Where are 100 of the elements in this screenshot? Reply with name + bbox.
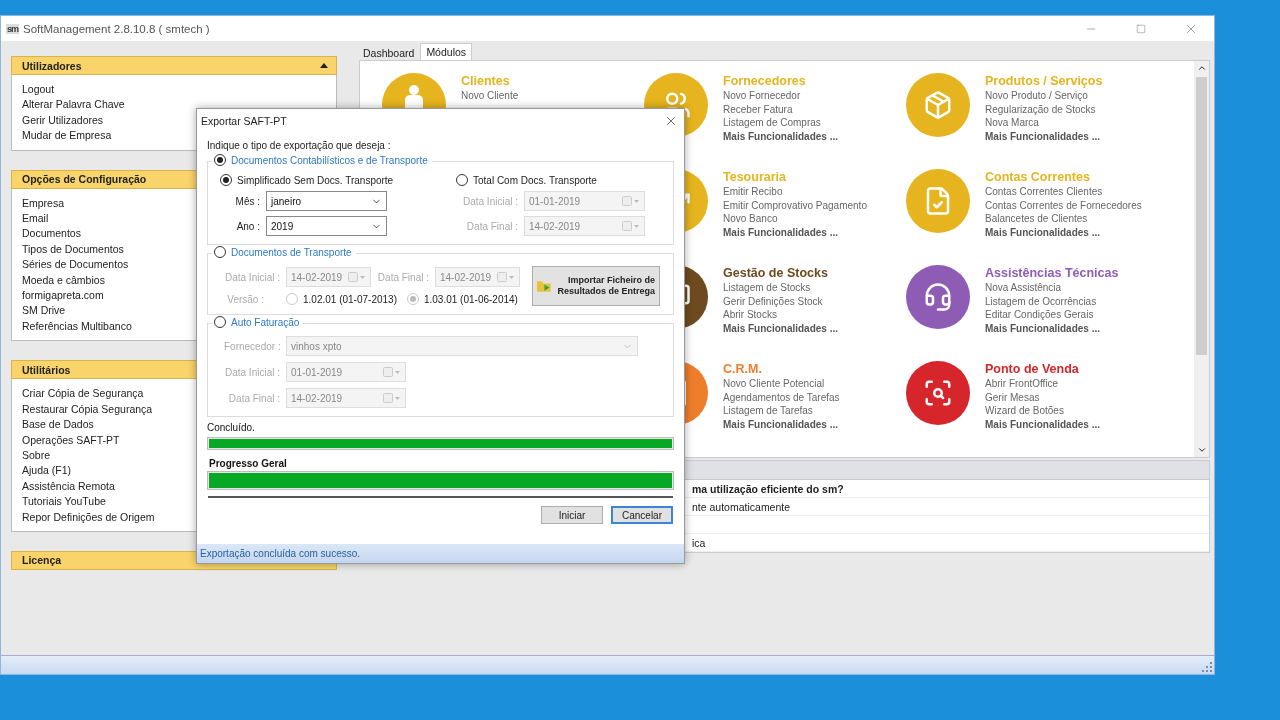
dropdown-field[interactable]: 2019 <box>266 216 387 236</box>
resize-grip-icon[interactable] <box>1202 662 1212 672</box>
sidebar-link[interactable]: SM Drive <box>22 303 66 319</box>
scroll-up-icon[interactable] <box>1196 63 1207 73</box>
panel-title: Opções de Configuração <box>22 173 147 186</box>
more-link[interactable]: Mais Funcionalidades ... <box>985 322 1101 336</box>
field-label: Data Final : <box>377 271 429 283</box>
sidebar-link[interactable]: Email <box>22 211 49 227</box>
sidebar-link[interactable]: Alterar Palavra Chave <box>22 97 125 113</box>
module-link[interactable]: Contas Correntes de Fornecedores <box>985 198 1142 213</box>
module-link[interactable]: Receber Fatura <box>723 102 793 117</box>
module-link[interactable]: Gerir Definições Stock <box>723 294 823 309</box>
module-link[interactable]: Nova Marca <box>985 116 1039 131</box>
module-link[interactable]: Abrir FrontOffice <box>985 377 1059 391</box>
dialog-button[interactable]: Cancelar <box>611 506 673 524</box>
field-label: Data Final : <box>227 392 280 404</box>
sidebar-link[interactable]: Assistência Remota <box>22 478 115 495</box>
sidebar-link[interactable]: Logout <box>22 82 55 98</box>
folder-arrow-icon <box>536 280 551 292</box>
dropdown-field[interactable]: janeiro <box>266 191 387 211</box>
tip-text[interactable]: nte automaticamente <box>692 500 791 513</box>
field-label: Data Inicial : <box>461 195 518 207</box>
sidebar-link[interactable]: Base de Dados <box>22 417 94 433</box>
field-label: Versão : <box>226 293 264 305</box>
scan-search-icon <box>923 378 953 408</box>
module-link[interactable]: Balancetes de Clientes <box>985 212 1088 227</box>
sidebar-link[interactable]: Ajuda (F1) <box>22 463 72 479</box>
more-link[interactable]: Mais Funcionalidades ... <box>723 322 839 336</box>
sidebar-link[interactable]: formigapreta.com <box>22 288 104 304</box>
maximize-icon <box>1136 23 1146 34</box>
sidebar-link[interactable]: Sobre <box>22 447 51 464</box>
sidebar-link[interactable]: Referências Multibanco <box>22 318 132 335</box>
option-label: Total Com Docs. Transporte <box>473 174 597 186</box>
progress-label: Concluído. <box>207 422 256 433</box>
module-link[interactable]: Emitir Recibo <box>723 185 783 199</box>
module-link[interactable]: Abrir Stocks <box>723 308 777 323</box>
module-link[interactable]: Novo Cliente Potencial <box>723 377 825 391</box>
panel-header[interactable]: Utilizadores <box>11 56 337 75</box>
sidebar-link[interactable]: Séries de Documentos <box>22 257 129 273</box>
more-link[interactable]: Mais Funcionalidades ... <box>985 418 1101 432</box>
panel-title: Licença <box>22 554 62 567</box>
module-link[interactable]: Emitir Comprovativo Pagamento <box>723 198 867 213</box>
module-title[interactable]: Assistências Técnicas <box>985 266 1119 281</box>
sidebar-link[interactable]: Tutoriais YouTube <box>22 494 106 510</box>
option-label: 1.03.01 (01-06-2014) <box>423 293 518 305</box>
module-link[interactable]: Agendamentos de Tarefas <box>723 390 840 405</box>
more-link[interactable]: Mais Funcionalidades ... <box>985 130 1101 144</box>
more-link[interactable]: Mais Funcionalidades ... <box>723 130 839 144</box>
sidebar-link[interactable]: Documentos <box>22 226 81 242</box>
field-label: Data Inicial : <box>224 271 280 283</box>
dialog-button[interactable]: Iniciar <box>541 506 603 524</box>
module-title[interactable]: Ponto de Venda <box>985 362 1079 377</box>
group-title: Documentos de Transporte <box>231 246 352 258</box>
module-link[interactable]: Novo Banco <box>723 212 778 227</box>
more-link[interactable]: Mais Funcionalidades ... <box>985 226 1101 240</box>
close-icon <box>664 114 678 128</box>
import-button[interactable]: Importar Ficheiro de Resultados de Entrega <box>531 266 660 306</box>
panel-title: Utilitários <box>22 363 71 376</box>
module-link[interactable]: Novo Cliente <box>461 89 519 103</box>
field-label: Ano : <box>235 220 260 232</box>
more-link[interactable]: Mais Funcionalidades ... <box>723 418 839 432</box>
more-link[interactable]: Mais Funcionalidades ... <box>723 226 839 240</box>
field-label: Data Final : <box>465 220 518 232</box>
module-link[interactable]: Regularização de Stocks <box>985 102 1096 117</box>
module-title[interactable]: Gestão de Stocks <box>723 266 828 281</box>
field-label: Data Inicial : <box>224 366 280 378</box>
headset-icon <box>923 282 953 312</box>
sidebar-link[interactable]: Gerir Utilizadores <box>22 112 104 129</box>
module-link[interactable]: Listagem de Ocorrências <box>985 294 1097 309</box>
sidebar-link[interactable]: Repor Definições de Origem <box>22 509 155 525</box>
module-link[interactable]: Listagem de Stocks <box>723 281 811 295</box>
module-link[interactable]: Wizard de Botões <box>985 404 1064 419</box>
collapse-caret-icon[interactable] <box>320 63 328 68</box>
module-link[interactable]: Editar Condições Gerais <box>985 308 1094 323</box>
module-link[interactable]: Gerir Mesas <box>985 390 1040 405</box>
window-title: SoftManagement 2.8.10.8 ( smtech ) <box>23 22 211 35</box>
sidebar-link[interactable]: Tipos de Documentos <box>22 241 124 258</box>
scroll-down-icon[interactable] <box>1196 445 1207 455</box>
package-icon <box>923 90 953 120</box>
tab[interactable]: Dashboard <box>357 45 421 60</box>
close-button[interactable] <box>664 114 678 128</box>
sidebar-link[interactable]: Mudar de Empresa <box>22 128 112 144</box>
scrollbar[interactable] <box>1194 61 1209 457</box>
sidebar-link[interactable]: Empresa <box>22 195 64 212</box>
sidebar-link[interactable]: Criar Cópia de Segurança <box>22 386 144 402</box>
module-link[interactable]: Novo Fornecedor <box>723 89 801 103</box>
app-logo: sm <box>6 23 19 34</box>
sidebar-link[interactable]: Moeda e câmbios <box>22 272 105 289</box>
tip-text[interactable]: ica <box>692 536 706 549</box>
tip-heading[interactable]: ma utilização eficiente do sm? <box>692 482 844 495</box>
tab[interactable]: Módulos <box>420 43 473 60</box>
module-link[interactable]: Nova Assistência <box>985 281 1062 295</box>
module-link[interactable]: Novo Produto / Serviço <box>985 89 1088 103</box>
sidebar-link[interactable]: Restaurar Cópia Segurança <box>22 401 153 418</box>
module-link[interactable]: Listagem de Compras <box>723 116 821 131</box>
progress-label: Progresso Geral <box>209 458 288 469</box>
module-link[interactable]: Contas Correntes Clientes <box>985 185 1103 199</box>
sidebar-link[interactable]: Operações SAFT-PT <box>22 432 120 448</box>
group-title: Documentos Contabilísticos e de Transporte <box>231 154 428 166</box>
module-link[interactable]: Listagem de Tarefas <box>723 404 813 419</box>
